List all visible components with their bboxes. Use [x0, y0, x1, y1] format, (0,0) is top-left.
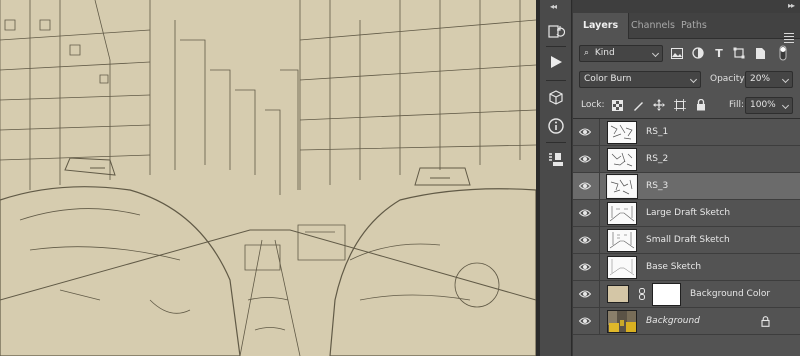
filter-toggle-icon[interactable]: [775, 45, 791, 61]
history-icon[interactable]: [544, 20, 568, 44]
visibility-eye-icon[interactable]: [579, 127, 591, 137]
fill-color-swatch[interactable]: [607, 285, 629, 303]
layer-thumbnail: [607, 256, 637, 279]
layer-lock-icon: [761, 316, 770, 327]
fill-value: 100%: [750, 100, 776, 110]
collapse-arrows-icon[interactable]: ▸▸: [788, 1, 795, 10]
shape-filter-icon[interactable]: [732, 46, 746, 60]
layer-row-small-draft-sketch[interactable]: Small Draft Sketch: [573, 227, 800, 254]
visibility-eye-icon[interactable]: [579, 154, 591, 164]
collapsed-panel-strip: ◂◂: [540, 0, 572, 356]
visibility-eye-icon[interactable]: [579, 181, 591, 191]
play-actions-icon[interactable]: [544, 50, 568, 74]
fill-label: Fill:: [729, 100, 745, 110]
adjustment-filter-icon[interactable]: [691, 46, 705, 60]
layers-panel: ▸▸ Layers Channels Paths ⌕ Kind T Color …: [573, 0, 800, 356]
image-filter-icon[interactable]: [670, 46, 684, 60]
layer-thumbnail: [607, 202, 637, 225]
visibility-eye-icon[interactable]: [579, 289, 591, 299]
layer-thumbnail: [607, 229, 637, 252]
lock-transparent-pixels-icon[interactable]: [610, 98, 624, 112]
type-filter-icon[interactable]: T: [712, 46, 726, 60]
layer-row-rs-3[interactable]: RS_3: [573, 173, 800, 200]
3d-cube-icon[interactable]: [544, 86, 568, 110]
lock-position-icon[interactable]: [652, 98, 666, 112]
layer-filter-label: Kind: [594, 48, 615, 58]
document-canvas[interactable]: [0, 0, 536, 356]
layer-thumbnail: [607, 121, 637, 144]
layer-row-large-draft-sketch[interactable]: Large Draft Sketch: [573, 200, 800, 227]
opacity-value: 20%: [750, 74, 771, 84]
layer-row-rs-1[interactable]: RS_1: [573, 119, 800, 146]
layer-row-background-color[interactable]: Background Color: [573, 281, 800, 308]
layer-name[interactable]: RS_2: [646, 146, 668, 173]
layer-name[interactable]: Background: [646, 308, 700, 335]
layer-row-background[interactable]: Background: [573, 308, 800, 335]
pencil-sketch-artwork: [0, 0, 536, 356]
blend-mode-dropdown[interactable]: Color Burn: [579, 71, 701, 88]
info-icon[interactable]: [544, 114, 568, 138]
blend-mode-value: Color Burn: [584, 74, 632, 84]
tab-layers[interactable]: Layers: [573, 13, 630, 39]
tab-paths[interactable]: Paths: [681, 13, 707, 39]
lock-image-pixels-icon[interactable]: [631, 98, 645, 112]
link-chain-icon[interactable]: [639, 288, 645, 300]
layer-filter-dropdown[interactable]: ⌕ Kind: [579, 45, 663, 62]
visibility-eye-icon[interactable]: [579, 235, 591, 245]
opacity-label: Opacity:: [710, 74, 747, 84]
layer-list: RS_1 RS_2 RS_3 Large Draft Sketch Small …: [573, 118, 800, 356]
layer-thumbnail: [607, 310, 637, 333]
clone-source-icon[interactable]: [544, 148, 568, 172]
collapse-arrows-icon[interactable]: ◂◂: [550, 2, 557, 11]
lock-label: Lock:: [581, 100, 605, 110]
panel-menu-icon[interactable]: [784, 33, 794, 45]
fill-field[interactable]: 100%: [745, 97, 793, 114]
layer-name[interactable]: Background Color: [690, 281, 770, 308]
lock-artboard-icon[interactable]: [673, 98, 687, 112]
layer-name[interactable]: RS_1: [646, 119, 668, 146]
layer-thumbnail: [606, 174, 638, 199]
layer-row-base-sketch[interactable]: Base Sketch: [573, 254, 800, 281]
chevron-down-icon[interactable]: [781, 75, 790, 84]
tab-channels[interactable]: Channels: [631, 13, 675, 39]
opacity-field[interactable]: 20%: [745, 71, 793, 88]
layer-thumbnail: [607, 148, 637, 171]
chevron-down-icon: [651, 49, 660, 58]
layer-name[interactable]: Base Sketch: [646, 254, 701, 281]
layer-name[interactable]: Large Draft Sketch: [646, 200, 730, 227]
layer-row-rs-2[interactable]: RS_2: [573, 146, 800, 173]
chevron-down-icon[interactable]: [781, 101, 790, 110]
smart-object-filter-icon[interactable]: [753, 46, 767, 60]
layer-mask-thumbnail[interactable]: [652, 283, 681, 306]
layer-name[interactable]: RS_3: [646, 173, 668, 200]
search-icon: ⌕: [584, 48, 590, 58]
chevron-down-icon: [689, 75, 698, 84]
panel-tab-bar: Layers Channels Paths: [573, 13, 800, 43]
layer-name[interactable]: Small Draft Sketch: [646, 227, 730, 254]
panel-title-bar: ▸▸: [573, 0, 800, 13]
visibility-eye-icon[interactable]: [579, 262, 591, 272]
visibility-eye-icon[interactable]: [579, 208, 591, 218]
lock-all-icon[interactable]: [694, 98, 708, 112]
visibility-eye-icon[interactable]: [579, 316, 591, 326]
